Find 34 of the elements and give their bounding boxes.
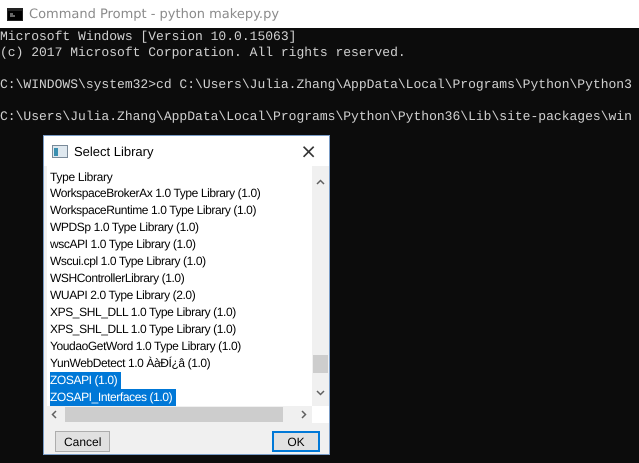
list-item[interactable]: YoudaoGetWord 1.0 Type Library (1.0) xyxy=(50,338,245,355)
console-line: Microsoft Windows [Version 10.0.15063] xyxy=(0,29,298,45)
list-header: Type Library xyxy=(50,169,114,185)
list-item[interactable]: ZOSAPI_Interfaces (1.0) xyxy=(50,389,176,406)
list-item[interactable]: WSHControllerLibrary (1.0) xyxy=(50,270,188,287)
library-list[interactable] xyxy=(47,166,329,423)
list-item[interactable]: XPS_SHL_DLL 1.0 Type Library (1.0) xyxy=(50,321,240,338)
console-line: (c) 2017 Microsoft Corporation. All rights reserved. xyxy=(0,45,407,61)
close-button[interactable]: × xyxy=(296,139,321,163)
scroll-right-icon[interactable] xyxy=(301,410,307,419)
list-item[interactable]: Wscui.cpl 1.0 Type Library (1.0) xyxy=(50,253,210,270)
vertical-scrollbar[interactable] xyxy=(312,166,329,406)
console-line: C:\Users\Julia.Zhang\AppData\Local\Programs\Python\Python36\Lib\site-packages\win xyxy=(0,109,633,125)
window-title: Command Prompt - python makepy.py xyxy=(29,6,280,22)
list-item[interactable]: WorkspaceRuntime 1.0 Type Library (1.0) xyxy=(50,202,260,219)
scroll-thumb[interactable] xyxy=(65,407,283,422)
list-item[interactable]: WorkspaceBrokerAx 1.0 Type Library (1.0) xyxy=(50,185,264,202)
list-item[interactable]: XPS_SHL_DLL 1.0 Type Library (1.0) xyxy=(50,304,240,321)
dialog-title: Select Library xyxy=(74,144,154,158)
horizontal-scrollbar[interactable] xyxy=(47,406,312,423)
scroll-down-icon[interactable] xyxy=(316,390,325,396)
console-line: C:\WINDOWS\system32>cd C:\Users\Julia.Zhang\AppData\Local\Programs\Python\Python3 xyxy=(0,77,633,93)
ok-button[interactable]: OK xyxy=(272,431,320,452)
scroll-up-icon[interactable] xyxy=(316,179,325,185)
scroll-thumb[interactable] xyxy=(313,355,328,373)
list-item[interactable]: WPDSp 1.0 Type Library (1.0) xyxy=(50,219,203,236)
scroll-left-icon[interactable] xyxy=(51,410,57,419)
window-icon xyxy=(52,144,68,158)
cancel-button[interactable]: Cancel xyxy=(55,431,110,452)
list-item[interactable]: YunWebDetect 1.0 ÀàÐÍ¿â (1.0) xyxy=(50,355,214,372)
list-item[interactable]: ZOSAPI (1.0) xyxy=(50,372,122,389)
list-item[interactable]: WUAPI 2.0 Type Library (2.0) xyxy=(50,287,200,304)
console-icon xyxy=(7,8,23,20)
list-item[interactable]: wscAPI 1.0 Type Library (1.0) xyxy=(50,236,200,253)
